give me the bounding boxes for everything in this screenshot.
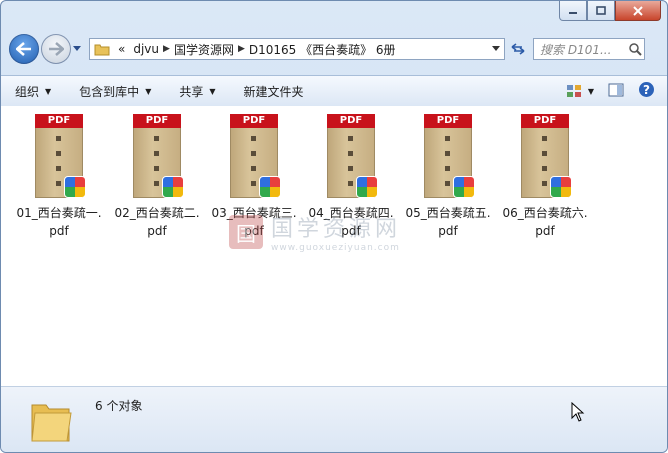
change-view-button[interactable]: ▼: [566, 84, 594, 98]
back-button[interactable]: [9, 34, 39, 64]
breadcrumb-current-folder[interactable]: D10165 《西台奏疏》 6册: [245, 41, 400, 58]
folder-icon: [94, 42, 110, 56]
help-icon: ?: [639, 82, 654, 97]
pdf-label: PDF: [133, 114, 181, 128]
file-item[interactable]: PDF 05_西台奏疏五. pdf: [400, 114, 496, 240]
close-icon: [633, 5, 643, 16]
breadcrumb-guoxue[interactable]: 国学资源网: [170, 41, 238, 58]
pdf-label: PDF: [230, 114, 278, 128]
include-in-library-menu[interactable]: 包含到库中 ▼: [65, 76, 165, 106]
new-folder-button[interactable]: 新建文件夹: [230, 76, 318, 106]
refresh-icon: [511, 43, 525, 55]
maximize-icon: [596, 6, 606, 15]
minimize-button[interactable]: [559, 1, 587, 21]
file-item[interactable]: PDF 01_西台奏疏一. pdf: [11, 114, 107, 240]
search-icon[interactable]: [626, 42, 644, 56]
search-input[interactable]: 搜索 D101...: [533, 38, 645, 60]
pdf-reader-badge-icon: [356, 176, 378, 198]
pdf-reader-badge-icon: [162, 176, 184, 198]
arrow-right-icon: [49, 42, 64, 56]
pdf-file-icon: PDF: [327, 114, 378, 198]
refresh-button[interactable]: [505, 38, 531, 60]
pdf-file-icon: PDF: [35, 114, 86, 198]
pdf-file-icon: PDF: [133, 114, 184, 198]
chevron-down-icon: ▼: [45, 86, 52, 96]
view-icon: [566, 85, 581, 97]
close-button[interactable]: [615, 1, 661, 21]
pdf-reader-badge-icon: [64, 176, 86, 198]
svg-text:?: ?: [643, 83, 650, 97]
breadcrumb-overflow[interactable]: «: [114, 42, 129, 56]
pdf-reader-badge-icon: [453, 176, 475, 198]
preview-pane-icon: [608, 83, 624, 96]
view-controls: ▼ ?: [566, 81, 667, 101]
details-pane: 6 个对象: [1, 386, 667, 452]
pdf-file-icon: PDF: [424, 114, 475, 198]
file-list-pane[interactable]: PDF 01_西台奏疏一. pdf PDF 02_西台奏疏二. pdf PDF …: [1, 106, 667, 386]
file-name: 06_西台奏疏六. pdf: [502, 206, 588, 238]
organize-label: 组织: [15, 84, 40, 99]
help-button[interactable]: ?: [638, 81, 655, 101]
minimize-icon: [569, 11, 577, 14]
pdf-reader-badge-icon: [550, 176, 572, 198]
arrow-left-icon: [16, 42, 31, 56]
pdf-label: PDF: [521, 114, 569, 128]
chevron-down-icon: ▼: [209, 86, 216, 96]
organize-menu[interactable]: 组织 ▼: [1, 76, 65, 106]
item-count: 6 个对象: [95, 399, 143, 413]
breadcrumb-djvu[interactable]: djvu: [129, 42, 163, 56]
share-menu[interactable]: 共享 ▼: [165, 76, 229, 106]
chevron-down-icon: [492, 46, 500, 51]
watermark: 国 国学资源网 www.guoxueziyuan.com: [229, 211, 401, 253]
maximize-button[interactable]: [587, 1, 615, 21]
pdf-file-icon: PDF: [230, 114, 281, 198]
search-placeholder: 搜索 D101...: [540, 42, 612, 57]
caption-buttons: [559, 1, 661, 21]
new-folder-label: 新建文件夹: [243, 84, 304, 99]
chevron-down-icon: ▼: [145, 86, 152, 96]
file-name: 01_西台奏疏一. pdf: [16, 206, 102, 238]
pdf-label: PDF: [35, 114, 83, 128]
breadcrumb-separator-icon[interactable]: ▶: [238, 44, 245, 54]
forward-button[interactable]: [41, 34, 71, 64]
breadcrumb-separator-icon[interactable]: ▶: [163, 44, 170, 54]
file-item[interactable]: PDF 02_西台奏疏二. pdf: [109, 114, 205, 240]
pdf-file-icon: PDF: [521, 114, 572, 198]
file-name: 02_西台奏疏二. pdf: [114, 206, 200, 238]
navigation-bar: « djvu ▶ 国学资源网 ▶ D10165 《西台奏疏》 6册 搜索 D10…: [9, 32, 659, 66]
chevron-down-icon: ▼: [587, 86, 594, 96]
include-in-library-label: 包含到库中: [79, 84, 140, 99]
preview-pane-button[interactable]: [608, 83, 624, 100]
pdf-label: PDF: [327, 114, 375, 128]
folder-icon: [29, 397, 73, 446]
watermark-logo-icon: 国: [229, 215, 263, 249]
watermark-title: 国学资源网: [271, 217, 402, 242]
command-bar: 组织 ▼ 包含到库中 ▼ 共享 ▼ 新建文件夹 ▼ ?: [1, 75, 667, 107]
chevron-down-icon: [73, 46, 81, 51]
address-history-dropdown[interactable]: [488, 46, 504, 52]
watermark-url: www.guoxueziyuan.com: [271, 243, 400, 253]
pdf-label: PDF: [424, 114, 472, 128]
file-name: 05_西台奏疏五. pdf: [405, 206, 491, 238]
address-bar[interactable]: « djvu ▶ 国学资源网 ▶ D10165 《西台奏疏》 6册: [89, 38, 505, 60]
breadcrumb: « djvu ▶ 国学资源网 ▶ D10165 《西台奏疏》 6册: [114, 41, 400, 58]
recent-pages-dropdown[interactable]: [73, 46, 83, 52]
explorer-window: « djvu ▶ 国学资源网 ▶ D10165 《西台奏疏》 6册 搜索 D10…: [0, 0, 668, 453]
pdf-reader-badge-icon: [259, 176, 281, 198]
file-item[interactable]: PDF 06_西台奏疏六. pdf: [497, 114, 593, 240]
mouse-cursor-icon: [571, 401, 585, 425]
share-label: 共享: [179, 84, 204, 99]
